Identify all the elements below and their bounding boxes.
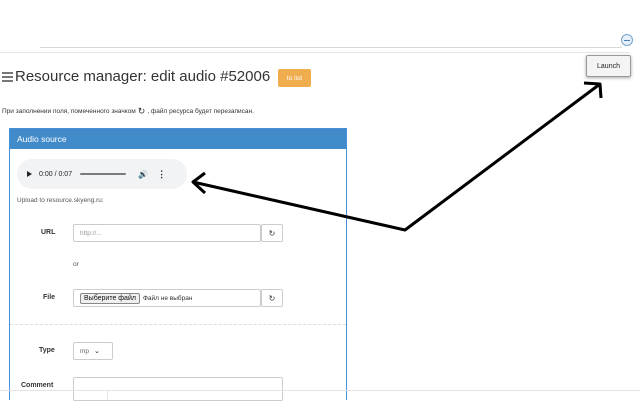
url-refresh-button[interactable]: ↻ [261, 224, 283, 242]
file-input[interactable]: Выберите файл Файл не выбран [73, 289, 261, 307]
status-bar-divider [0, 390, 640, 391]
header-divider [0, 52, 630, 53]
more-options-icon[interactable]: ⋮ [157, 169, 166, 179]
page-title: Resource manager: edit audio #52006 [15, 68, 271, 85]
type-label: Type [39, 347, 55, 354]
refresh-icon: ↻ [268, 228, 276, 238]
refresh-icon: ↻ [268, 293, 276, 303]
file-status: Файл не выбран [142, 294, 193, 302]
or-separator: or [73, 261, 79, 268]
file-label: File [43, 294, 56, 301]
volume-icon[interactable]: 🔊 [138, 170, 148, 179]
collapse-icon[interactable] [621, 34, 633, 46]
comment-label: Comment [21, 382, 54, 389]
notice-text-before: При заполнении поля, помеченного значком [2, 108, 136, 115]
to-list-button[interactable]: to list [278, 69, 311, 87]
page-title-row: Resource manager: edit audio #52006 [2, 68, 270, 85]
audio-player[interactable]: 0:00 / 0:07 🔊 ⋮ [17, 159, 187, 189]
audio-source-panel: Audio source 0:00 / 0:07 🔊 ⋮ Upload to r… [9, 128, 347, 401]
list-icon [2, 71, 13, 82]
comment-input[interactable] [73, 377, 283, 401]
overwrite-notice: При заполнении поля, помеченного значком… [2, 106, 254, 117]
launch-button[interactable]: Launch [586, 55, 631, 77]
type-selected-value: mp [80, 347, 90, 355]
choose-file-button[interactable]: Выберите файл [80, 292, 140, 304]
play-icon[interactable] [27, 171, 32, 177]
file-refresh-button[interactable]: ↻ [261, 289, 283, 307]
url-input[interactable]: http://... [73, 224, 261, 242]
panel-title: Audio source [10, 129, 346, 149]
status-bar-separator [107, 391, 108, 400]
annotation-arrowhead-right [583, 81, 603, 99]
top-divider [40, 47, 622, 48]
chevron-down-icon: ⌄ [94, 348, 100, 355]
type-select[interactable]: mp ⌄ [73, 342, 113, 360]
notice-text-after: , файл ресурса будет перезаписан. [147, 108, 254, 115]
section-divider [10, 324, 346, 325]
refresh-icon: ↻ [137, 106, 146, 116]
audio-progress-slider[interactable] [80, 173, 127, 175]
audio-time: 0:00 / 0:07 [39, 170, 73, 178]
url-label: URL [41, 229, 56, 236]
upload-label: Upload to resource.skyeng.ru: [17, 197, 104, 204]
